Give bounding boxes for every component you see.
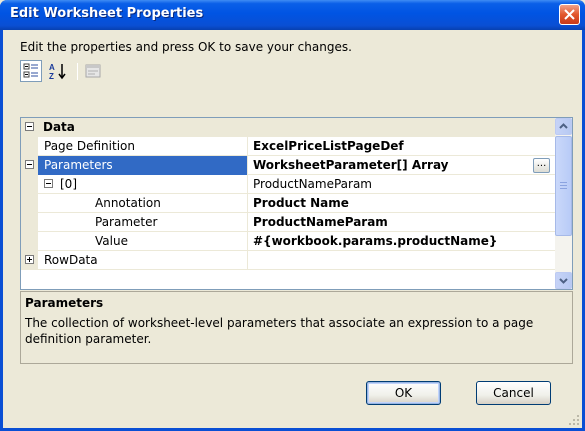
description-panel: Parameters The collection of worksheet-l… [20, 291, 573, 364]
ellipsis-button[interactable]: ... [533, 158, 550, 173]
alphabetical-button[interactable]: A Z [46, 60, 68, 82]
property-pages-icon [85, 64, 101, 78]
chevron-up-icon [559, 123, 568, 129]
svg-text:Z: Z [49, 72, 54, 81]
ok-button[interactable]: OK [366, 381, 441, 405]
instructions-text: Edit the properties and press OK to save… [20, 40, 352, 54]
expand-icon[interactable] [25, 255, 34, 264]
scroll-up-button[interactable] [555, 118, 572, 135]
property-value: WorksheetParameter[] Array [253, 158, 449, 172]
toolbar-separator [77, 63, 78, 80]
property-value: Product Name [253, 196, 349, 210]
property-name-cell[interactable]: Annotation [38, 194, 248, 213]
grid-row[interactable]: [0] ProductNameParam [21, 175, 556, 194]
property-value-cell[interactable]: Product Name [249, 194, 556, 213]
grid-row[interactable]: Parameter ProductNameParam [21, 213, 556, 232]
title-bar[interactable]: Edit Worksheet Properties [0, 0, 585, 30]
dialog-window: Edit Worksheet Properties Edit the prope… [0, 0, 585, 431]
grid-row[interactable]: Page Definition ExcelPriceListPageDef [21, 137, 556, 156]
description-text: The collection of worksheet-level parame… [25, 316, 534, 346]
property-value-cell[interactable]: #{workbook.params.productName} [249, 232, 556, 251]
property-name: Page Definition [44, 139, 135, 153]
property-name: Value [95, 234, 128, 248]
property-name-cell[interactable]: Page Definition [38, 137, 248, 156]
cancel-button[interactable]: Cancel [476, 381, 551, 405]
property-name: Annotation [95, 196, 161, 210]
alphabetical-icon: A Z [49, 63, 66, 81]
property-name: Parameters [44, 158, 113, 172]
close-icon [564, 9, 575, 20]
window-title: Edit Worksheet Properties [10, 6, 204, 21]
grid-row[interactable]: RowData [21, 251, 556, 270]
property-value: ProductNameParam [253, 215, 388, 229]
property-value: #{workbook.params.productName} [253, 234, 498, 248]
scroll-thumb[interactable] [555, 136, 572, 236]
collapse-icon[interactable] [44, 179, 53, 188]
property-name-cell[interactable]: Value [38, 232, 248, 251]
property-value: ProductNameParam [253, 177, 372, 191]
property-value-cell[interactable] [249, 251, 556, 270]
collapse-icon[interactable] [25, 122, 34, 131]
property-grid[interactable]: Data Page Definition ExcelPriceListPageD… [20, 117, 573, 290]
grid-row[interactable]: Value #{workbook.params.productName} [21, 232, 556, 251]
property-value-cell[interactable]: ProductNameParam [249, 175, 556, 194]
property-name: Parameter [95, 215, 158, 229]
property-name: [0] [60, 177, 77, 191]
property-name-cell[interactable]: [0] [38, 175, 248, 194]
svg-text:A: A [49, 63, 55, 72]
categorized-icon [23, 63, 38, 78]
close-button[interactable] [559, 4, 580, 25]
grid-row-selected[interactable]: Parameters WorksheetParameter[] Array ..… [21, 156, 556, 175]
property-value-cell[interactable]: ProductNameParam [249, 213, 556, 232]
property-name-cell[interactable]: Parameter [38, 213, 248, 232]
property-name-cell[interactable]: RowData [38, 251, 248, 270]
resize-grip-icon[interactable] [568, 414, 580, 426]
property-name: RowData [44, 253, 98, 267]
description-title: Parameters [25, 296, 104, 310]
chevron-down-icon [559, 278, 568, 284]
property-value-cell[interactable]: WorksheetParameter[] Array ... [249, 156, 556, 175]
category-row-data[interactable]: Data [21, 118, 556, 137]
property-value-cell[interactable]: ExcelPriceListPageDef [249, 137, 556, 156]
grid-row[interactable]: Annotation Product Name [21, 194, 556, 213]
category-label: Data [43, 120, 75, 134]
property-pages-button[interactable] [82, 60, 104, 82]
property-value: ExcelPriceListPageDef [253, 139, 404, 153]
collapse-icon[interactable] [25, 160, 34, 169]
categorized-button[interactable] [20, 60, 42, 82]
vertical-scrollbar[interactable] [555, 118, 572, 289]
scroll-down-button[interactable] [555, 272, 572, 289]
property-name-cell[interactable]: Parameters [38, 156, 248, 175]
property-grid-toolbar: A Z [20, 60, 160, 84]
